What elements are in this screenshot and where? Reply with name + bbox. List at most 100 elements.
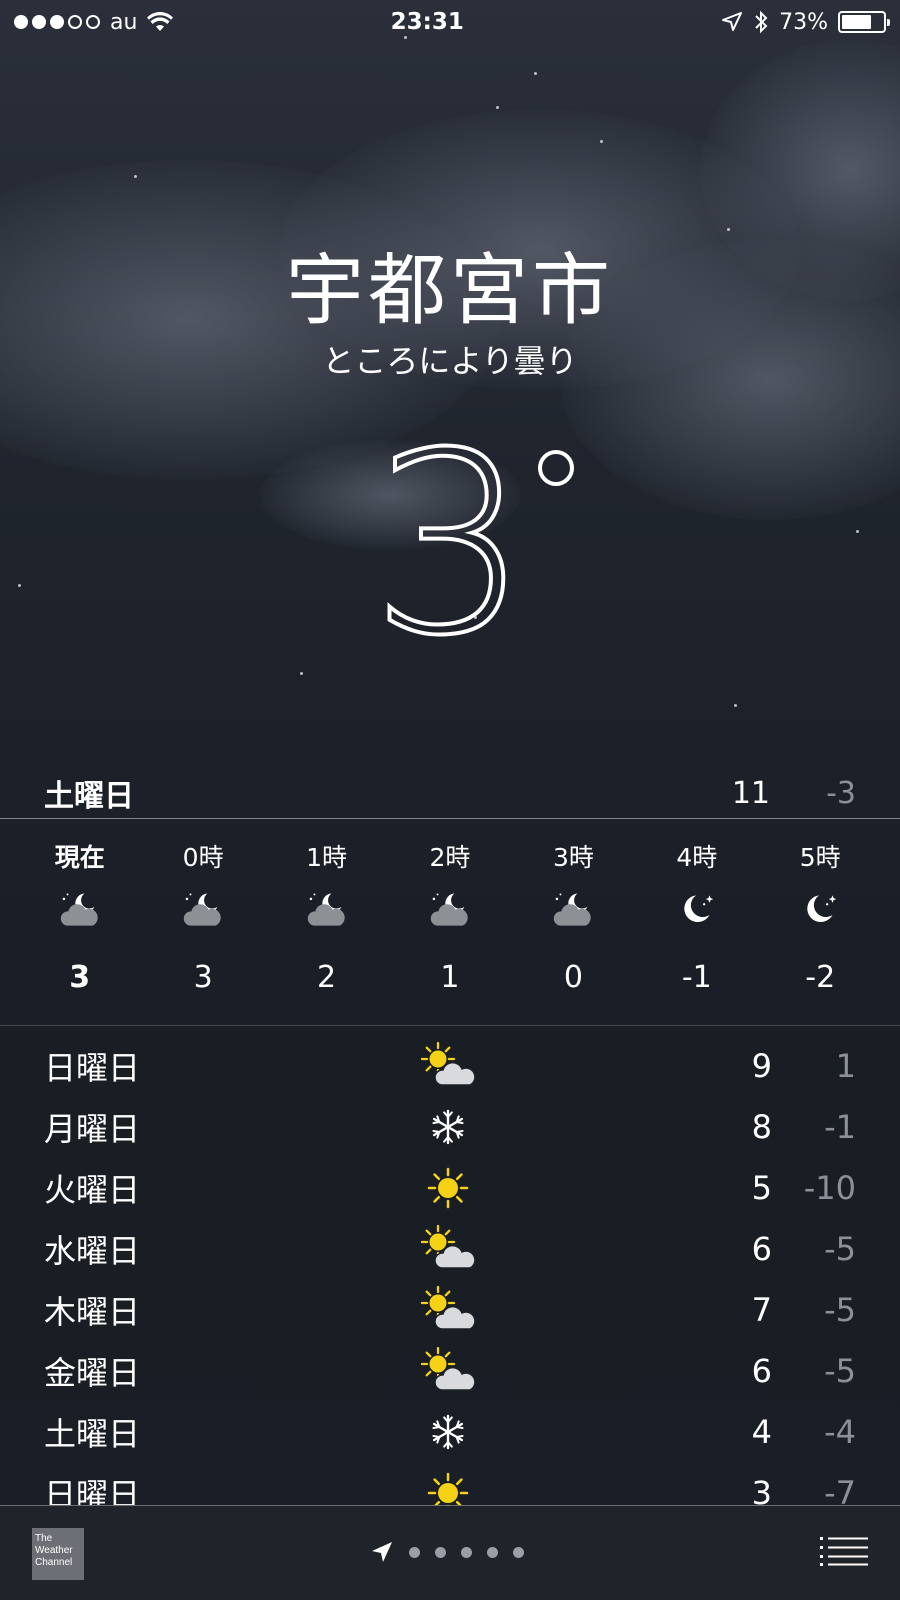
status-right: 73% bbox=[721, 9, 890, 35]
logo-text-line: Channel bbox=[35, 1557, 73, 1568]
hour-icon-wrap bbox=[425, 888, 475, 938]
today-summary: 土曜日 11 -3 bbox=[0, 768, 900, 818]
day-high: 6 bbox=[751, 1351, 772, 1390]
footer-toolbar: The Weather Channel bbox=[0, 1505, 900, 1600]
day-low: -5 bbox=[824, 1351, 856, 1390]
day-icon-wrap bbox=[420, 1224, 476, 1274]
day-name: 木曜日 bbox=[44, 1292, 141, 1331]
day-name: 火曜日 bbox=[44, 1170, 141, 1209]
partly-cloudy-night-icon bbox=[554, 893, 592, 926]
page-dot[interactable] bbox=[487, 1546, 498, 1558]
day-icon-wrap bbox=[420, 1041, 476, 1091]
day-high: 9 bbox=[751, 1046, 772, 1085]
hourly-item: 3時 0 bbox=[512, 818, 635, 1024]
carrier-name: au bbox=[110, 9, 138, 35]
clear-night-icon bbox=[807, 895, 837, 923]
hour-label: 0時 bbox=[182, 843, 224, 872]
hour-temperature: 0 bbox=[563, 960, 583, 995]
hour-label: 4時 bbox=[676, 843, 718, 872]
day-low: -4 bbox=[824, 1412, 856, 1451]
hour-label: 3時 bbox=[552, 843, 594, 872]
daily-row: 火曜日 5 -10 bbox=[0, 1157, 900, 1218]
daily-row: 月曜日 8 -1 bbox=[0, 1096, 900, 1157]
day-name: 月曜日 bbox=[44, 1109, 141, 1148]
hour-temperature: 3 bbox=[193, 960, 213, 995]
partly-cloudy-night-icon bbox=[307, 893, 345, 926]
hourly-item: 現在 3 bbox=[18, 818, 141, 1024]
current-temperature: 3 bbox=[368, 399, 531, 690]
day-name: 水曜日 bbox=[44, 1231, 141, 1270]
battery-icon bbox=[838, 11, 890, 33]
hourly-item: 1時 2 bbox=[265, 818, 388, 1024]
day-high: 4 bbox=[751, 1412, 772, 1451]
star bbox=[300, 672, 303, 675]
daily-forecast[interactable]: 日曜日 9 1 月曜日 8 -1 火曜日 5 -10 水曜日 6 -5 木曜日 7 -5 金曜日 6 -5… bbox=[0, 1035, 900, 1505]
day-low: -1 bbox=[824, 1107, 856, 1146]
battery-fill bbox=[842, 15, 872, 29]
status-left: au bbox=[14, 9, 174, 35]
current-temperature-wrap: 3 bbox=[0, 399, 900, 690]
day-low: -7 bbox=[824, 1473, 856, 1506]
partly-cloudy-night-icon bbox=[430, 893, 468, 926]
day-icon-wrap bbox=[420, 1285, 476, 1335]
page-dot[interactable] bbox=[461, 1546, 472, 1558]
snow-icon bbox=[432, 1414, 464, 1450]
day-high: 8 bbox=[751, 1107, 772, 1146]
wifi-icon bbox=[147, 12, 174, 31]
daily-row: 水曜日 6 -5 bbox=[0, 1218, 900, 1279]
hour-label: 2時 bbox=[429, 843, 471, 872]
hourly-forecast[interactable]: 現在 3 0時 3 1時 2 2時 1 3時 0 4時 -1 5時 -2 bbox=[18, 818, 882, 1024]
degree-symbol bbox=[538, 450, 574, 486]
hour-icon-wrap bbox=[795, 888, 845, 938]
page-dot[interactable] bbox=[409, 1546, 420, 1558]
daily-row: 日曜日 3 -7 bbox=[0, 1462, 900, 1505]
partly-sunny-icon bbox=[420, 1285, 476, 1330]
hour-icon-wrap bbox=[55, 888, 105, 938]
daily-row: 日曜日 9 1 bbox=[0, 1035, 900, 1096]
location-arrow-icon bbox=[722, 12, 743, 31]
day-icon-wrap bbox=[420, 1468, 476, 1505]
day-low: 1 bbox=[835, 1046, 856, 1085]
city-name: 宇都宮市 bbox=[285, 246, 614, 336]
day-high: 7 bbox=[751, 1290, 772, 1329]
day-high: 5 bbox=[751, 1168, 772, 1207]
today-high: 11 bbox=[731, 775, 770, 811]
snow-icon bbox=[432, 1109, 464, 1145]
day-low: -5 bbox=[824, 1229, 856, 1268]
hour-label: 5時 bbox=[799, 843, 841, 872]
day-high: 6 bbox=[751, 1229, 772, 1268]
page-indicator[interactable] bbox=[370, 1540, 524, 1564]
day-name: 日曜日 bbox=[44, 1475, 141, 1506]
hour-icon-wrap bbox=[548, 888, 598, 938]
star bbox=[496, 106, 499, 109]
daily-row: 土曜日 4 -4 bbox=[0, 1401, 900, 1462]
logo-text-line: Weather bbox=[35, 1545, 73, 1556]
clear-night-icon bbox=[684, 895, 714, 923]
day-name: 金曜日 bbox=[44, 1353, 141, 1392]
battery-percent: 73% bbox=[779, 9, 828, 35]
hourly-item: 2時 1 bbox=[388, 818, 511, 1024]
hour-icon-wrap bbox=[302, 888, 352, 938]
day-icon-wrap bbox=[420, 1346, 476, 1396]
day-name: 土曜日 bbox=[44, 1414, 141, 1453]
hourly-item: 4時 -1 bbox=[635, 818, 758, 1024]
city-list-icon[interactable] bbox=[820, 1536, 868, 1566]
daily-row: 木曜日 7 -5 bbox=[0, 1279, 900, 1340]
hourly-item: 5時 -2 bbox=[759, 818, 882, 1024]
hour-temperature: 1 bbox=[440, 960, 460, 995]
page-dot[interactable] bbox=[513, 1546, 524, 1558]
star bbox=[134, 175, 137, 178]
day-low: -5 bbox=[824, 1290, 856, 1329]
star bbox=[534, 72, 537, 75]
day-name: 日曜日 bbox=[44, 1048, 141, 1087]
hour-temperature: 3 bbox=[69, 960, 91, 995]
star bbox=[600, 140, 603, 143]
sunny-icon bbox=[427, 1472, 469, 1505]
partly-cloudy-night-icon bbox=[183, 893, 221, 926]
star bbox=[734, 704, 737, 707]
day-high: 3 bbox=[751, 1473, 772, 1506]
status-bar: au 23:31 73% bbox=[0, 0, 900, 44]
page-dot[interactable] bbox=[435, 1546, 446, 1558]
partly-sunny-icon bbox=[420, 1224, 476, 1269]
weather-channel-logo[interactable]: The Weather Channel bbox=[32, 1528, 84, 1580]
